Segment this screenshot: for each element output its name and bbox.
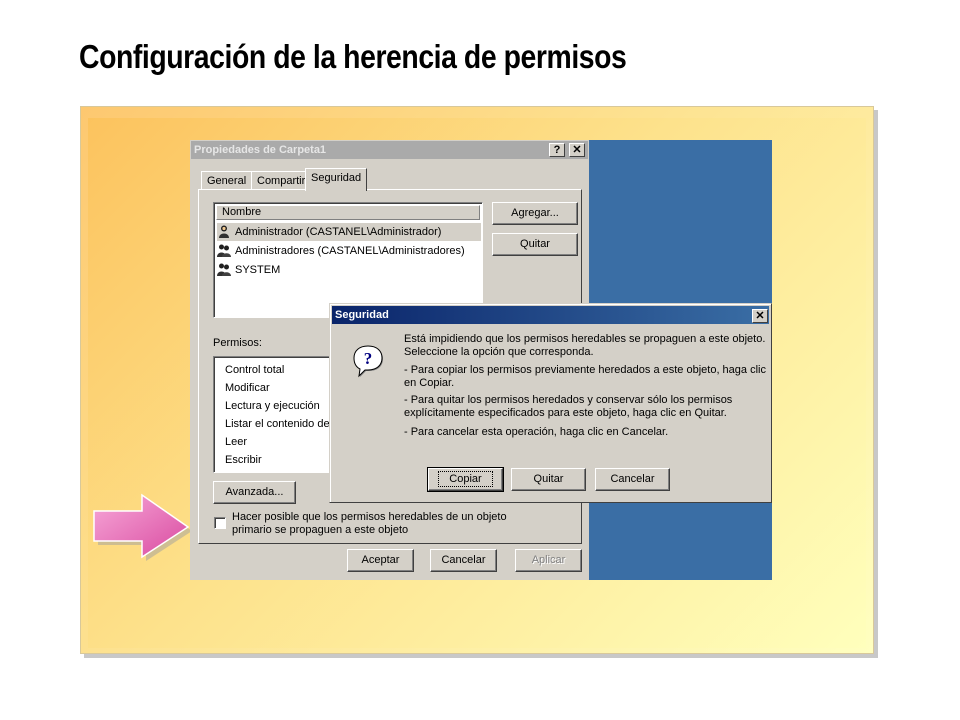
group-icon: [217, 263, 231, 276]
question-icon: ?: [353, 345, 383, 378]
permission-item: Control total: [225, 364, 285, 376]
permission-item: Modificar: [225, 382, 270, 394]
group-icon: [217, 244, 231, 257]
dialog-cancel-button[interactable]: Cancelar: [595, 468, 670, 491]
list-item-group-administradores[interactable]: Administradores (CASTANEL\Administradore…: [217, 242, 465, 260]
message-line: - Para copiar los permisos previamente h…: [404, 364, 766, 376]
tab-compartir[interactable]: Compartir: [251, 171, 312, 190]
message-line: explícitamente especificados para este o…: [404, 407, 727, 419]
user-label: Administradores (CASTANEL\Administradore…: [235, 245, 465, 257]
security-dialog-titlebar: Seguridad: [332, 306, 769, 324]
user-label: SYSTEM: [235, 264, 281, 276]
add-button[interactable]: Agregar...: [492, 202, 578, 225]
message-line: en Copiar.: [404, 377, 455, 389]
user-icon: [219, 225, 229, 238]
list-item-group-system[interactable]: SYSTEM: [217, 261, 280, 279]
tab-seguridad[interactable]: Seguridad: [305, 168, 368, 191]
message-line: - Para cancelar esta operación, haga cli…: [404, 426, 669, 438]
message-line: Seleccione la opción que corresponda.: [404, 346, 594, 358]
security-dialog: Seguridad ✕ ? Está impidiendo que los pe…: [329, 303, 772, 503]
copy-button-label: Copiar: [438, 471, 493, 487]
permission-item: Listar el contenido de: [225, 418, 330, 430]
permissions-list[interactable]: Control total Modificar Lectura y ejecuc…: [213, 356, 333, 473]
copy-button[interactable]: Copiar: [427, 467, 504, 492]
quitar-button[interactable]: Quitar: [511, 468, 586, 491]
properties-close-button[interactable]: ✕: [569, 143, 585, 157]
advanced-button[interactable]: Avanzada...: [213, 481, 296, 504]
apply-button: Aplicar: [515, 549, 582, 572]
users-list[interactable]: Nombre Administrador (CASTANEL\Administr…: [213, 202, 483, 318]
slide-title: Configuración de la herencia de permisos: [79, 38, 627, 75]
remove-button[interactable]: Quitar: [492, 233, 578, 256]
user-label: Administrador (CASTANEL\Administrador): [235, 226, 442, 238]
permission-item: Leer: [225, 436, 248, 448]
svg-text:?: ?: [364, 349, 373, 368]
inherit-checkbox[interactable]: [214, 517, 226, 529]
security-dialog-title: Seguridad: [335, 309, 389, 321]
list-item-user-administrador[interactable]: Administrador (CASTANEL\Administrador): [217, 223, 481, 241]
help-button[interactable]: ?: [549, 143, 565, 157]
properties-titlebar: Propiedades de Carpeta1: [191, 141, 588, 159]
permissions-label: Permisos:: [213, 337, 262, 349]
cancel-button[interactable]: Cancelar: [430, 549, 497, 572]
pointer-arrow-icon: [93, 493, 192, 561]
message-line: Está impidiendo que los permisos heredab…: [404, 333, 766, 345]
security-dialog-close-button[interactable]: ✕: [752, 309, 768, 323]
permission-item: Lectura y ejecución: [225, 400, 320, 412]
inherit-checkbox-label-2: primario se propaguen a este objeto: [232, 524, 409, 536]
inherit-checkbox-label: Hacer posible que los permisos heredable…: [232, 511, 507, 523]
properties-title: Propiedades de Carpeta1: [194, 144, 327, 156]
permission-item: Escribir: [225, 454, 262, 466]
message-line: - Para quitar los permisos heredados y c…: [404, 394, 733, 406]
tab-general[interactable]: General: [201, 171, 253, 190]
ok-button[interactable]: Aceptar: [347, 549, 414, 572]
names-column-header[interactable]: Nombre: [216, 205, 480, 220]
